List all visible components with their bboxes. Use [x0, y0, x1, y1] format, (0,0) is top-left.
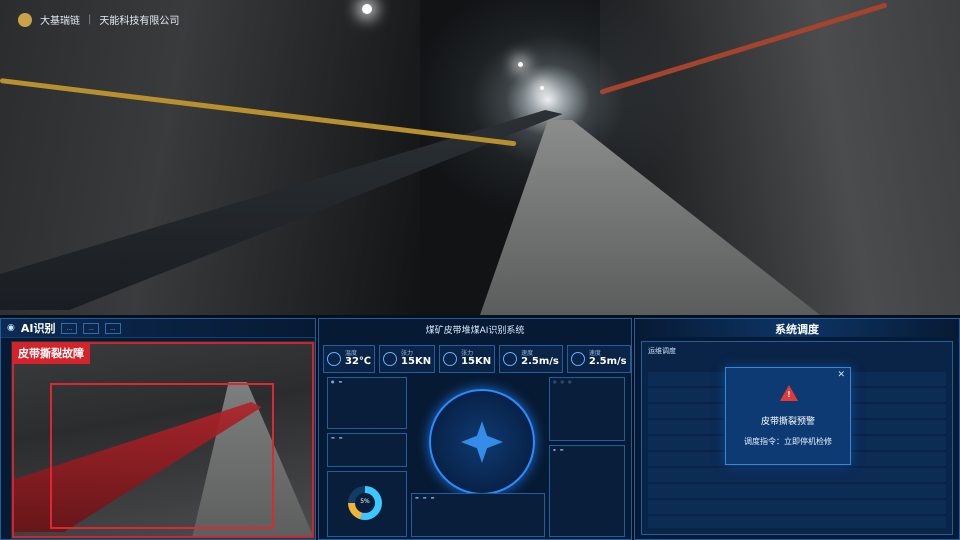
- metric-card: 张力 15KN: [379, 345, 436, 373]
- radar-chart: [429, 389, 535, 495]
- metric-value: 2.5m/s: [521, 356, 559, 367]
- camera-feed[interactable]: 皮带撕裂故障: [11, 341, 315, 539]
- ceiling-lamp: [362, 4, 372, 14]
- metric-value: 15KN: [401, 356, 432, 367]
- widget-row: ◎ ◎ ◎: [553, 379, 572, 384]
- metric-value: 2.5m/s: [588, 356, 627, 367]
- ceiling-lamp: [540, 86, 544, 90]
- dashboard-panel: 煤矿皮带堆煤AI识别系统 温度 32℃ 张力 15KN 张力 15KN 速度 2.5m/…: [318, 318, 632, 540]
- metric-value: 15KN: [461, 356, 492, 367]
- brand-name: 大基瑞链: [40, 16, 80, 27]
- table-row: ▬ ▬ ▬: [415, 495, 435, 500]
- dispatch-section-title: 运维调度: [648, 347, 676, 355]
- alert-title: 皮带撕裂预警: [760, 417, 815, 427]
- panel-header: ◉ AI识别 ... ... ...: [1, 319, 315, 338]
- metric-card: 温度 32℃: [323, 345, 376, 373]
- tab-3[interactable]: ...: [104, 322, 121, 334]
- widget-row: ▬ ▬: [331, 435, 343, 440]
- gauge-icon: [443, 352, 458, 366]
- ai-recognition-panel: ◉ AI识别 ... ... ... 皮带撕裂故障: [0, 318, 316, 540]
- alert-instruction: 调度指令：立即停机检修: [744, 437, 832, 446]
- widget-row: ● ▬: [331, 379, 343, 384]
- speed-icon: [503, 352, 518, 366]
- panel-title: AI识别: [20, 322, 56, 335]
- warning-icon: !: [780, 385, 798, 401]
- list-widget: ▪ ▬: [549, 445, 625, 537]
- metric-card: 张力 15KN: [439, 345, 496, 373]
- metric-value: 32℃: [345, 356, 372, 367]
- alarm-frame: [12, 342, 314, 538]
- tunnel-camera-view: 大基瑞链 | 天能科技有限公司: [0, 0, 960, 315]
- metric-card: 速度 2.5m/s: [566, 345, 631, 373]
- tab-1[interactable]: ...: [61, 322, 78, 334]
- metric-card: 速度 2.5m/s: [499, 345, 563, 373]
- donut-value: 5%: [360, 498, 370, 505]
- brand-header: 大基瑞链 | 天能科技有限公司: [18, 12, 179, 27]
- eye-icon: ◉: [7, 323, 15, 333]
- brand-separator: |: [88, 14, 92, 25]
- radar-shape: [461, 421, 503, 463]
- log-table: ▬ ▬ ▬: [411, 493, 545, 537]
- ceiling-lamp: [518, 62, 523, 67]
- widget-row: ▪ ▬: [553, 447, 564, 452]
- alert-modal: ✕ ! 皮带撕裂预警 调度指令：立即停机检修: [725, 367, 851, 465]
- gauge-icon: [383, 352, 398, 366]
- thermometer-icon: [327, 352, 341, 366]
- sensor-widget: ◎ ◎ ◎: [549, 377, 625, 441]
- metrics-row: 温度 32℃ 张力 15KN 张力 15KN 速度 2.5m/s 速度 2.5m/s: [323, 345, 631, 373]
- company-logo-icon: [18, 12, 32, 27]
- donut-widget: 5%: [327, 471, 407, 537]
- tab-2[interactable]: ...: [83, 322, 99, 334]
- system-title: 煤矿皮带堆煤AI识别系统: [425, 326, 525, 336]
- status-widget: ▬ ▬: [327, 433, 407, 467]
- close-icon[interactable]: ✕: [837, 370, 845, 380]
- alarm-label: 皮带撕裂故障: [12, 342, 90, 364]
- company-name: 天能科技有限公司: [99, 16, 180, 27]
- dispatch-title: 系统调度: [635, 319, 959, 337]
- status-widget: ● ▬: [327, 377, 407, 429]
- speed-icon: [570, 352, 585, 366]
